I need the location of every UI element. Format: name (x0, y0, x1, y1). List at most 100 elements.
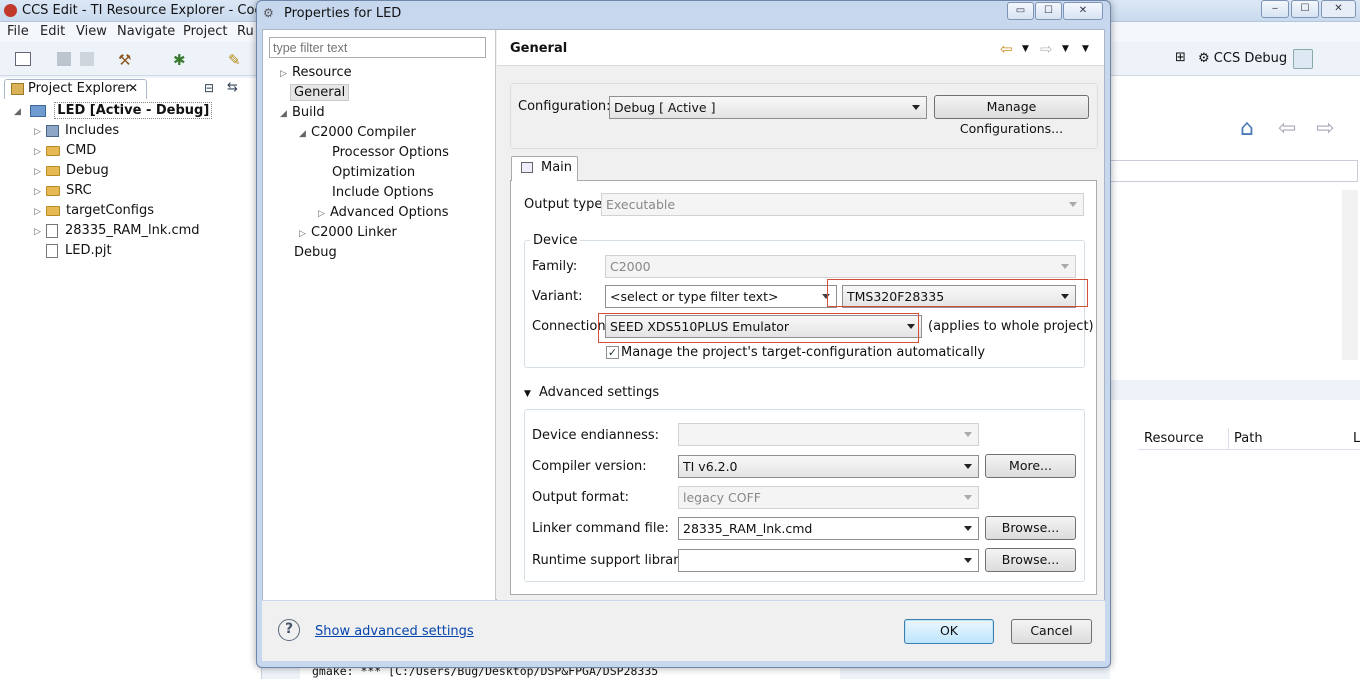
nav-item-c2000-linker[interactable]: ▷ C2000 Linker (299, 223, 397, 243)
configuration-select[interactable]: Debug [ Active ] (609, 96, 927, 119)
browse-linker-button[interactable]: Browse... (985, 516, 1076, 540)
expand-arrow-icon[interactable]: ▷ (34, 222, 46, 242)
folder-icon (46, 185, 60, 196)
minimize-icon[interactable]: ▭ (1007, 2, 1034, 20)
nav-item-general[interactable]: General (290, 83, 350, 103)
expand-arrow-icon[interactable]: ▷ (280, 64, 292, 84)
runtime-library-select[interactable] (678, 549, 979, 572)
close-icon[interactable]: ✕ (128, 81, 138, 95)
chevron-down-icon[interactable]: ▼ (1022, 44, 1029, 54)
chevron-down-icon (964, 495, 972, 500)
collapse-arrow-icon[interactable]: ◢ (280, 104, 292, 124)
expand-arrow-icon[interactable]: ▷ (34, 142, 46, 162)
manage-target-checkbox[interactable]: ✓ (606, 346, 619, 359)
nav-item-label: C2000 Linker (311, 225, 397, 240)
tree-item-cmd[interactable]: ▷ CMD (34, 141, 96, 161)
save-icon[interactable] (57, 52, 71, 66)
forward-arrow-icon[interactable]: ⇨ (1040, 40, 1053, 58)
menu-project[interactable]: Project (183, 24, 227, 39)
help-icon[interactable]: ? (278, 619, 300, 641)
file-icon (46, 243, 58, 258)
view-menu-icon[interactable]: ▼ (1082, 44, 1089, 54)
nav-item-debug[interactable]: Debug (294, 243, 337, 263)
chevron-down-icon (964, 464, 972, 469)
collapse-arrow-icon[interactable]: ▼ (524, 389, 531, 399)
link-editor-icon[interactable]: ⇆ (227, 80, 238, 95)
perspective-icon: ⚙ (1198, 51, 1214, 66)
perspective-edit-icon[interactable] (1293, 49, 1313, 69)
tree-item-debug[interactable]: ▷ Debug (34, 161, 109, 181)
debug-bug-icon[interactable]: ✱ (173, 51, 186, 69)
nav-item-processor-options[interactable]: Processor Options (332, 143, 449, 163)
tree-item-src[interactable]: ▷ SRC (34, 181, 92, 201)
manage-configurations-button[interactable]: Manage Configurations... (934, 95, 1089, 136)
advanced-settings-label[interactable]: Advanced settings (539, 385, 659, 400)
save-all-icon[interactable] (80, 52, 94, 66)
nav-item-c2000-compiler[interactable]: ◢ C2000 Compiler (299, 123, 416, 143)
nav-item-include-options[interactable]: Include Options (332, 183, 434, 203)
project-explorer-tab-label: Project Explorer (28, 81, 131, 96)
flash-icon[interactable]: ✎ (228, 51, 241, 69)
explorer-address-combo[interactable] (1110, 160, 1358, 182)
manage-target-label: Manage the project's target-configuratio… (621, 345, 986, 360)
expand-arrow-icon[interactable]: ▷ (34, 162, 46, 182)
close-icon[interactable]: ✕ (1063, 2, 1103, 20)
menu-view[interactable]: View (76, 24, 107, 39)
linker-command-select[interactable]: 28335_RAM_lnk.cmd (678, 517, 979, 540)
tree-item-label: 28335_RAM_lnk.cmd (65, 223, 200, 238)
nav-item-label: Build (292, 105, 325, 120)
nav-item-build[interactable]: ◢ Build (280, 103, 325, 123)
menu-run[interactable]: Ru (237, 24, 254, 39)
forward-arrow-icon[interactable]: ⇨ (1316, 116, 1334, 141)
expand-arrow-icon[interactable]: ▷ (299, 224, 311, 244)
family-value: C2000 (610, 259, 651, 274)
expand-arrow-icon[interactable]: ▷ (34, 202, 46, 222)
nav-item-advanced-options[interactable]: ▷ Advanced Options (318, 203, 449, 223)
expand-arrow-icon[interactable]: ▷ (318, 204, 330, 224)
menu-file[interactable]: File (7, 24, 29, 39)
collapse-all-icon[interactable]: ⊟ (204, 81, 214, 95)
project-root[interactable]: ◢ LED [Active - Debug] (14, 101, 213, 122)
column-resource[interactable]: Resource (1144, 431, 1204, 446)
dialog-title: Properties for LED (284, 6, 402, 21)
build-hammer-icon[interactable]: ⚒ (118, 51, 131, 69)
tree-item-targetconfigs[interactable]: ▷ targetConfigs (34, 201, 154, 221)
compiler-version-select[interactable]: TI v6.2.0 (678, 455, 979, 478)
nav-item-resource[interactable]: ▷ Resource (280, 63, 352, 83)
new-icon[interactable] (15, 52, 31, 66)
variant-filter-input[interactable]: <select or type filter text> (605, 285, 837, 308)
tree-item-pjt[interactable]: LED.pjt (46, 241, 112, 261)
show-advanced-settings-link[interactable]: Show advanced settings (315, 624, 474, 639)
browse-runtime-button[interactable]: Browse... (985, 548, 1076, 572)
column-location[interactable]: L (1353, 431, 1360, 446)
chevron-down-icon[interactable]: ▼ (1062, 44, 1069, 54)
more-button[interactable]: More... (985, 454, 1076, 478)
ok-button[interactable]: OK (904, 619, 994, 644)
back-arrow-icon[interactable]: ⇦ (1278, 116, 1296, 141)
configuration-label: Configuration: (518, 99, 611, 114)
perspective-ccs-debug[interactable]: ⚙ CCS Debug (1198, 51, 1287, 66)
filter-input[interactable] (269, 37, 486, 58)
menu-edit[interactable]: Edit (40, 24, 65, 39)
tab-main[interactable]: Main (511, 156, 578, 181)
chevron-down-icon (964, 526, 972, 531)
expand-arrow-icon[interactable]: ▷ (34, 182, 46, 202)
expand-arrow-icon[interactable]: ▷ (34, 122, 46, 142)
project-explorer-tab[interactable]: Project Explorer ✕ (4, 79, 147, 99)
connection-select[interactable]: SEED XDS510PLUS Emulator (605, 315, 922, 338)
tree-item-linker-cmd[interactable]: ▷ 28335_RAM_lnk.cmd (34, 221, 200, 241)
home-icon[interactable]: ⌂ (1240, 116, 1254, 141)
back-arrow-icon[interactable]: ⇦ (1000, 40, 1013, 58)
expand-arrow-icon[interactable]: ◢ (14, 102, 26, 122)
scrollbar[interactable] (1342, 190, 1358, 360)
column-path[interactable]: Path (1234, 431, 1263, 446)
maximize-icon[interactable]: ☐ (1035, 2, 1062, 20)
tab-main-label: Main (541, 160, 573, 175)
tree-item-includes[interactable]: ▷ Includes (34, 121, 119, 141)
collapse-arrow-icon[interactable]: ◢ (299, 124, 311, 144)
variant-select[interactable]: TMS320F28335 (842, 285, 1076, 308)
menu-navigate[interactable]: Navigate (117, 24, 175, 39)
cancel-button[interactable]: Cancel (1011, 619, 1092, 644)
nav-item-optimization[interactable]: Optimization (332, 163, 415, 183)
open-perspective-icon[interactable]: ⊞ (1175, 50, 1186, 65)
